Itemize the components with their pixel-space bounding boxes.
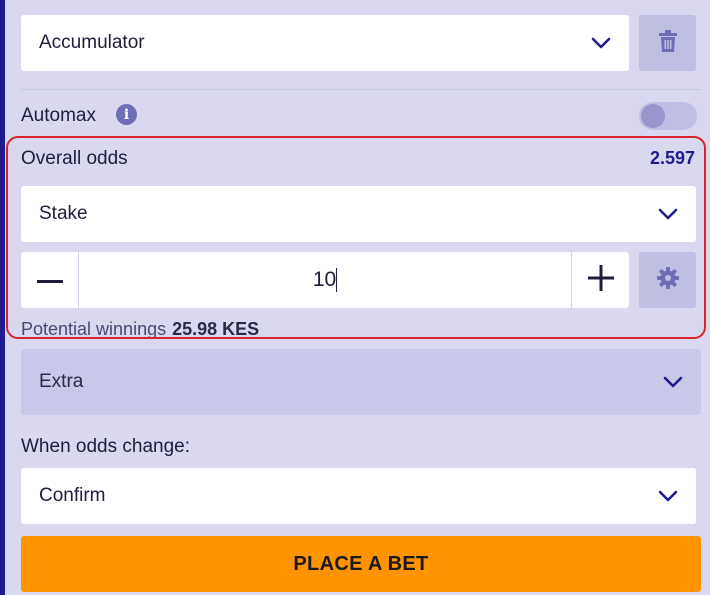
bet-type-select[interactable]: Accumulator: [21, 15, 629, 71]
extra-section-toggle[interactable]: Extra: [21, 349, 701, 415]
chevron-down-icon: [663, 376, 683, 388]
text-caret: [336, 268, 338, 292]
chevron-down-icon: [591, 37, 611, 49]
decrement-button[interactable]: [21, 252, 79, 308]
stake-input[interactable]: 10: [313, 268, 336, 292]
automax-toggle[interactable]: [639, 102, 697, 130]
increment-button[interactable]: [571, 252, 629, 308]
overall-odds-label: Overall odds: [21, 148, 128, 169]
plus-icon: [587, 264, 614, 296]
stake-mode-select[interactable]: Stake: [21, 186, 696, 242]
stake-mode-value: Stake: [39, 203, 88, 224]
automax-label: Automax: [21, 105, 96, 126]
toggle-knob: [641, 104, 665, 128]
trash-icon: [658, 29, 677, 57]
info-icon[interactable]: i: [116, 104, 137, 125]
odds-change-select[interactable]: Confirm: [21, 468, 696, 524]
potential-winnings-amount: 25.98 KES: [172, 319, 260, 339]
stake-settings-button[interactable]: [639, 252, 696, 308]
betslip-panel: Accumulator Automax i Overall odds 2.597…: [5, 0, 710, 595]
potential-winnings-label: Potential winnings: [21, 319, 167, 339]
chevron-down-icon: [658, 490, 678, 502]
odds-change-value: Confirm: [39, 485, 106, 506]
stake-field[interactable]: 10: [79, 252, 571, 308]
minus-icon: [36, 271, 63, 289]
delete-button[interactable]: [639, 15, 696, 71]
overall-odds-value: 2.597: [649, 148, 695, 168]
potential-winnings: Potential winnings 25.98 KES: [21, 319, 259, 340]
chevron-down-icon: [658, 208, 678, 220]
odds-change-label: When odds change:: [21, 436, 191, 457]
bet-type-value: Accumulator: [39, 32, 145, 53]
stake-stepper: 10: [21, 252, 629, 308]
divider: [21, 89, 701, 90]
gear-icon: [656, 266, 679, 294]
place-bet-button[interactable]: PLACE A BET: [21, 536, 701, 592]
extra-label: Extra: [39, 371, 84, 392]
